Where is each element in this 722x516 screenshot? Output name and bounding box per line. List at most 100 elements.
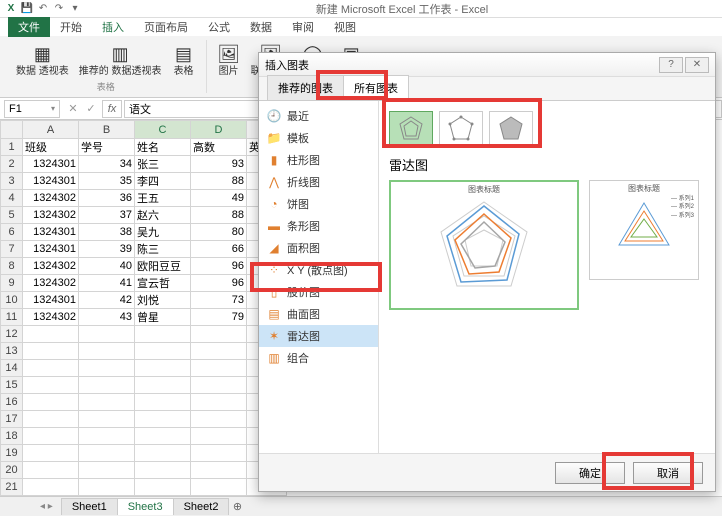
type-recent[interactable]: 🕘最近: [259, 105, 378, 127]
cell[interactable]: [79, 462, 135, 479]
sheet-tab-2[interactable]: Sheet2: [173, 498, 230, 515]
cell[interactable]: [79, 377, 135, 394]
cell[interactable]: 1324302: [23, 275, 79, 292]
row-10[interactable]: 10: [1, 292, 23, 309]
cell[interactable]: 39: [79, 241, 135, 258]
fx-button[interactable]: fx: [102, 100, 122, 118]
cell[interactable]: [23, 462, 79, 479]
row-11[interactable]: 11: [1, 309, 23, 326]
cell[interactable]: 79: [191, 309, 247, 326]
cell[interactable]: 1324301: [23, 156, 79, 173]
cell[interactable]: 43: [79, 309, 135, 326]
redo-icon[interactable]: ↷: [52, 2, 66, 16]
cell[interactable]: [191, 360, 247, 377]
cell[interactable]: [79, 428, 135, 445]
cell[interactable]: 36: [79, 190, 135, 207]
row-13[interactable]: 13: [1, 343, 23, 360]
cancel-button[interactable]: 取消: [633, 462, 703, 484]
chart-preview-large[interactable]: 图表标题: [389, 180, 579, 310]
cell[interactable]: 66: [191, 241, 247, 258]
cell[interactable]: [191, 462, 247, 479]
cell[interactable]: [191, 326, 247, 343]
cell[interactable]: [23, 360, 79, 377]
save-icon[interactable]: 💾: [20, 2, 34, 16]
cell[interactable]: 1324302: [23, 190, 79, 207]
select-all-corner[interactable]: [1, 121, 23, 139]
sheet-nav[interactable]: ◂ ▸: [40, 501, 53, 512]
cell[interactable]: 96: [191, 275, 247, 292]
type-surface[interactable]: ▤曲面图: [259, 303, 378, 325]
row-5[interactable]: 5: [1, 207, 23, 224]
cell[interactable]: [23, 411, 79, 428]
cell[interactable]: 张三: [135, 156, 191, 173]
cell[interactable]: [23, 394, 79, 411]
row-15[interactable]: 15: [1, 377, 23, 394]
cell[interactable]: 1324301: [23, 173, 79, 190]
cell[interactable]: 49: [191, 190, 247, 207]
radar-subtype-1[interactable]: [389, 111, 433, 147]
row-9[interactable]: 9: [1, 275, 23, 292]
tab-data[interactable]: 数据: [240, 17, 282, 37]
cell[interactable]: [135, 411, 191, 428]
row-2[interactable]: 2: [1, 156, 23, 173]
type-radar[interactable]: ✶雷达图: [259, 325, 378, 347]
radar-subtype-2[interactable]: [439, 111, 483, 147]
radar-subtype-3[interactable]: [489, 111, 533, 147]
cell[interactable]: [23, 343, 79, 360]
cell[interactable]: 宣云哲: [135, 275, 191, 292]
row-19[interactable]: 19: [1, 445, 23, 462]
tab-home[interactable]: 开始: [50, 17, 92, 37]
undo-icon[interactable]: ↶: [36, 2, 50, 16]
tab-insert[interactable]: 插入: [92, 17, 134, 37]
tab-view[interactable]: 视图: [324, 17, 366, 37]
cell[interactable]: 赵六: [135, 207, 191, 224]
row-3[interactable]: 3: [1, 173, 23, 190]
qat-more-icon[interactable]: ▾: [68, 2, 82, 16]
cell[interactable]: 吴九: [135, 224, 191, 241]
cell[interactable]: [191, 428, 247, 445]
sheet-tab-3[interactable]: Sheet3: [117, 498, 174, 515]
col-D[interactable]: D: [191, 121, 247, 139]
dialog-tab-recommended[interactable]: 推荐的图表: [267, 75, 344, 100]
row-16[interactable]: 16: [1, 394, 23, 411]
recommend-pivot-button[interactable]: ▥推荐的 数据透视表: [75, 40, 166, 79]
type-pie[interactable]: ◔饼图: [259, 193, 378, 215]
dialog-close-button[interactable]: ✕: [685, 57, 709, 73]
cell[interactable]: [191, 411, 247, 428]
cell[interactable]: 41: [79, 275, 135, 292]
enter-entry-icon[interactable]: ✓: [82, 100, 100, 118]
cell[interactable]: 刘悦: [135, 292, 191, 309]
table-button[interactable]: ▤表格: [168, 40, 200, 79]
cell[interactable]: 35: [79, 173, 135, 190]
tab-file[interactable]: 文件: [8, 17, 50, 37]
row-1[interactable]: 1: [1, 139, 23, 156]
cell[interactable]: 1324301: [23, 241, 79, 258]
cell[interactable]: 陈三: [135, 241, 191, 258]
type-xy[interactable]: ⁘X Y (散点图): [259, 259, 378, 281]
type-line[interactable]: ⋀折线图: [259, 171, 378, 193]
chart-preview-small[interactable]: 图表标题 — 系列1— 系列2— 系列3: [589, 180, 699, 280]
cell[interactable]: [23, 445, 79, 462]
cell[interactable]: 欧阳豆豆: [135, 258, 191, 275]
row-20[interactable]: 20: [1, 462, 23, 479]
cell[interactable]: [135, 377, 191, 394]
cell[interactable]: 曾星: [135, 309, 191, 326]
cancel-entry-icon[interactable]: ✕: [64, 100, 82, 118]
type-combo[interactable]: ▥组合: [259, 347, 378, 369]
row-7[interactable]: 7: [1, 241, 23, 258]
cell[interactable]: [135, 479, 191, 496]
cell[interactable]: [135, 343, 191, 360]
cell[interactable]: 37: [79, 207, 135, 224]
col-C[interactable]: C: [135, 121, 191, 139]
tab-formulas[interactable]: 公式: [198, 17, 240, 37]
cell[interactable]: 1324302: [23, 258, 79, 275]
tab-review[interactable]: 审阅: [282, 17, 324, 37]
cell[interactable]: [135, 445, 191, 462]
cell[interactable]: [135, 428, 191, 445]
cell[interactable]: 学号: [79, 139, 135, 156]
type-column[interactable]: ▮柱形图: [259, 149, 378, 171]
cell[interactable]: [23, 326, 79, 343]
row-14[interactable]: 14: [1, 360, 23, 377]
cell[interactable]: [79, 411, 135, 428]
row-12[interactable]: 12: [1, 326, 23, 343]
